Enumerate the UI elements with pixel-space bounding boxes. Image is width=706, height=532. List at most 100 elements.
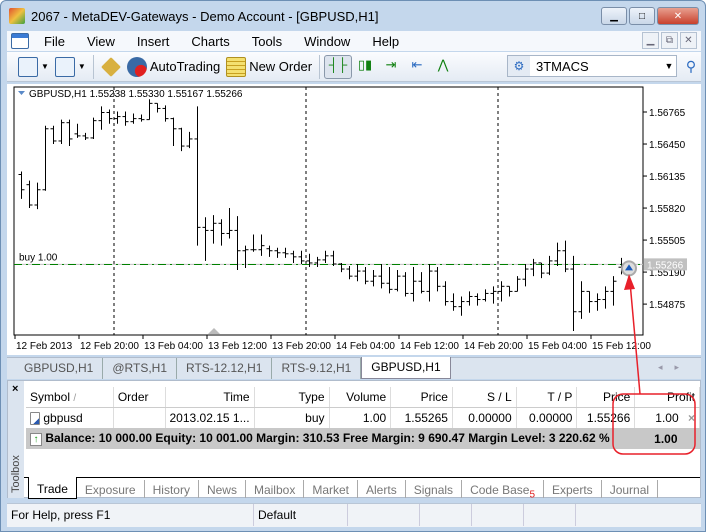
- tab-mailbox[interactable]: Mailbox: [246, 480, 305, 498]
- menu-charts[interactable]: Charts: [180, 34, 240, 49]
- chart-window-icon: [11, 33, 29, 49]
- line-chart-button[interactable]: ⋀: [430, 55, 456, 79]
- tab-experts[interactable]: Experts: [544, 480, 602, 498]
- col-time[interactable]: Time: [165, 387, 255, 408]
- new-order-label: New Order: [249, 59, 313, 74]
- tab-signals[interactable]: Signals: [406, 480, 463, 498]
- new-order-icon: [226, 56, 247, 77]
- new-order-button[interactable]: New Order: [223, 55, 315, 79]
- tab-trade[interactable]: Trade: [28, 477, 77, 499]
- window-title: 2067 - MetaDEV-Gateways - Demo Account -…: [31, 8, 379, 24]
- position-icon: [30, 411, 40, 425]
- cell-time: 2013.02.15 1...: [165, 407, 255, 428]
- autotrading-button[interactable]: AutoTrading: [124, 55, 223, 79]
- tab-code-base-label: Code Base: [470, 483, 530, 497]
- code-base-badge: 5: [529, 489, 535, 501]
- status-profile: Default: [254, 504, 348, 526]
- menu-insert[interactable]: Insert: [126, 34, 181, 49]
- menu-view[interactable]: View: [76, 34, 126, 49]
- status-help: For Help, press F1: [7, 504, 254, 526]
- col-volume[interactable]: Volume: [329, 387, 392, 408]
- tab-exposure[interactable]: Exposure: [77, 480, 145, 498]
- tab-code-base[interactable]: Code Base5: [462, 480, 544, 501]
- minimize-button[interactable]: ▁: [601, 7, 627, 25]
- toolbox-panel: × Toolbox Symbol / Order Time Type Volum…: [7, 380, 701, 501]
- cell-current-price: 1.55266: [576, 407, 636, 428]
- menu-help[interactable]: Help: [361, 34, 410, 49]
- app-icon: [9, 8, 25, 24]
- col-current-price[interactable]: Price: [576, 387, 636, 408]
- status-cell: [524, 504, 576, 526]
- menu-file[interactable]: File: [33, 34, 76, 49]
- summary-row: ↑ Balance: 10 000.00 Equity: 10 001.00 M…: [26, 428, 700, 449]
- close-button[interactable]: ✕: [657, 7, 699, 25]
- col-price[interactable]: Price: [390, 387, 453, 408]
- x-tick-label: 13 Feb 04:00: [144, 341, 203, 352]
- x-tick-label: 13 Feb 12:00: [208, 341, 267, 352]
- price-chart[interactable]: buy 1.00 1.56765 1.56450 1.56135 1.55820 1.55…: [7, 84, 701, 355]
- close-position-icon[interactable]: ×: [688, 411, 695, 425]
- bar-chart-button[interactable]: ┤├: [324, 54, 353, 79]
- new-chart-icon: [18, 56, 38, 77]
- title-bar: 2067 - MetaDEV-Gateways - Demo Account -…: [1, 1, 705, 31]
- tab-history[interactable]: History: [145, 480, 199, 498]
- tab-alerts[interactable]: Alerts: [358, 480, 406, 498]
- col-symbol[interactable]: Symbol /: [26, 387, 114, 408]
- cell-order: [113, 407, 166, 428]
- cell-price: 1.55265: [390, 407, 453, 428]
- chart-shift-button[interactable]: ⇥: [378, 55, 404, 79]
- chart-tab-active[interactable]: GBPUSD,H1: [361, 357, 451, 379]
- y-tick-label: 1.54875: [649, 300, 686, 311]
- chevron-down-icon[interactable]: ▼: [662, 61, 676, 71]
- toolbox-close-button[interactable]: ×: [12, 383, 18, 395]
- x-tick-label: 12 Feb 20:00: [80, 341, 139, 352]
- profiles-button[interactable]: ▼: [52, 55, 89, 79]
- gear-icon: ⚙: [508, 56, 530, 76]
- mdi-minimize-button[interactable]: ▁: [642, 32, 659, 49]
- autotrading-icon: [126, 56, 147, 77]
- tab-market[interactable]: Market: [304, 480, 359, 498]
- dropdown-arrow-icon: ▼: [77, 62, 86, 71]
- x-tick-label: 15 Feb 12:00: [592, 341, 651, 352]
- cell-sl[interactable]: 0.00000: [452, 407, 517, 428]
- x-tick-label: 14 Feb 04:00: [336, 341, 395, 352]
- plot-frame: [13, 86, 644, 336]
- new-chart-button[interactable]: ▼: [15, 55, 52, 79]
- chart-tab[interactable]: @RTS,H1: [103, 358, 177, 379]
- col-order[interactable]: Order: [113, 387, 166, 408]
- menu-window[interactable]: Window: [293, 34, 361, 49]
- chart-tab[interactable]: RTS-12.12,H1: [177, 358, 273, 379]
- candlestick-button[interactable]: ▯▮: [352, 55, 378, 79]
- symbol-combo[interactable]: ⚙ 3TMACS ▼: [507, 55, 677, 77]
- y-tick-label: 1.55820: [649, 204, 686, 215]
- terminal-window: 2067 - MetaDEV-Gateways - Demo Account -…: [0, 0, 706, 532]
- mdi-close-button[interactable]: ✕: [680, 32, 697, 49]
- x-tick-label: 15 Feb 04:00: [528, 341, 587, 352]
- autoscroll-button[interactable]: ⇤: [404, 55, 430, 79]
- menu-tools[interactable]: Tools: [241, 34, 293, 49]
- mdi-restore-button[interactable]: ⧉: [661, 32, 678, 49]
- cell-type: buy: [254, 407, 330, 428]
- col-sl[interactable]: S / L: [452, 387, 517, 408]
- toolbox-sidebar: × Toolbox: [8, 381, 24, 498]
- chart-area[interactable]: buy 1.00 1.56765 1.56450 1.56135 1.55820 1.55…: [7, 84, 701, 355]
- tab-news[interactable]: News: [199, 480, 246, 498]
- table-row[interactable]: gbpusd 2013.02.15 1... buy 1.00 1.55265 …: [26, 407, 700, 428]
- col-profit[interactable]: Profit: [634, 387, 700, 408]
- candlestick-icon: ▯▮: [357, 56, 373, 72]
- col-type[interactable]: Type: [254, 387, 330, 408]
- search-icon: ⚲: [685, 57, 697, 74]
- cell-symbol: gbpusd: [43, 410, 83, 425]
- col-tp[interactable]: T / P: [516, 387, 578, 408]
- chart-tab[interactable]: GBPUSD,H1: [15, 358, 104, 379]
- tab-scroll-arrows[interactable]: ◂▸: [658, 362, 691, 373]
- autoscroll-icon: ⇤: [411, 56, 423, 72]
- table-header: Symbol / Order Time Type Volume Price S …: [26, 387, 700, 408]
- search-button[interactable]: ⚲: [681, 55, 701, 77]
- toolbar-separator: [92, 54, 94, 79]
- chart-tab[interactable]: RTS-9.12,H1: [272, 358, 362, 379]
- tab-journal[interactable]: Journal: [602, 480, 659, 498]
- metaeditor-button[interactable]: [98, 55, 124, 79]
- cell-tp[interactable]: 0.00000: [516, 407, 578, 428]
- maximize-button[interactable]: □: [629, 7, 655, 25]
